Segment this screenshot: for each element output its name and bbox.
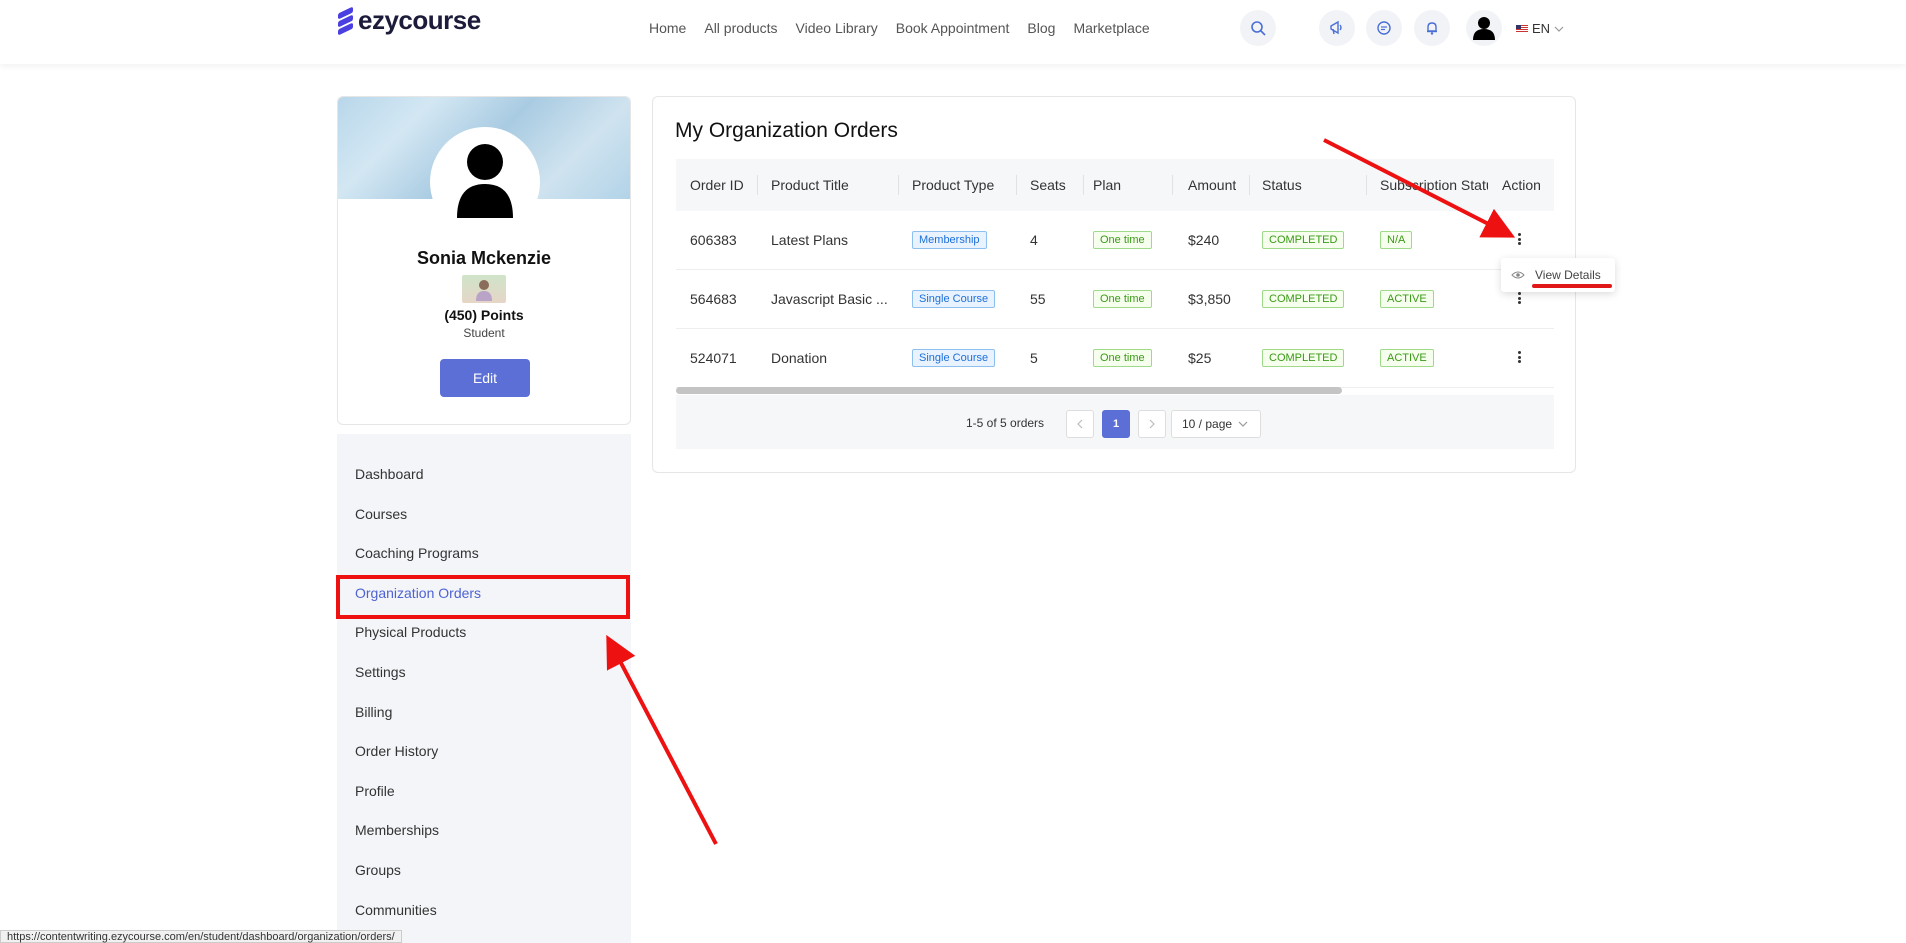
product-title: Latest Plans (771, 232, 849, 248)
logo-mark-icon (336, 6, 354, 36)
table-header: Order ID Product Title Product Type Seat… (676, 159, 1554, 211)
next-page-button[interactable] (1138, 410, 1166, 438)
page-size-select[interactable]: 10 / page (1171, 410, 1261, 438)
top-header: ezycourse Home All products Video Librar… (0, 0, 1906, 64)
chevron-down-icon (1238, 421, 1248, 427)
profile-role: Student (463, 326, 505, 340)
sidebar-item-coaching-programs[interactable]: Coaching Programs (355, 545, 479, 561)
chevron-right-icon (1149, 419, 1155, 429)
sidebar-item-billing[interactable]: Billing (355, 704, 392, 720)
table-row: 524071 Donation Single Course 5 One time… (676, 329, 1554, 388)
main-nav: Home All products Video Library Book App… (649, 20, 1150, 36)
more-actions-icon[interactable] (1514, 347, 1524, 367)
brand-logo[interactable]: ezycourse (336, 4, 481, 36)
col-amount: Amount (1188, 177, 1237, 193)
seats: 55 (1030, 291, 1046, 307)
sidebar-item-groups[interactable]: Groups (355, 862, 401, 878)
annotation-underline (1532, 284, 1612, 288)
chevron-left-icon (1077, 419, 1083, 429)
sidebar-item-dashboard[interactable]: Dashboard (355, 466, 424, 482)
product-title: Javascript Basic ... (771, 291, 888, 307)
nav-marketplace[interactable]: Marketplace (1073, 20, 1149, 36)
sidebar-item-memberships[interactable]: Memberships (355, 822, 439, 838)
plan-tag: One time (1093, 231, 1152, 249)
col-order-id: Order ID (690, 177, 744, 193)
plan-tag: One time (1093, 349, 1152, 367)
nav-blog[interactable]: Blog (1027, 20, 1055, 36)
user-avatar-icon[interactable] (1466, 10, 1502, 46)
order-id: 564683 (690, 291, 737, 307)
chat-icon[interactable] (1366, 10, 1402, 46)
col-plan: Plan (1093, 177, 1122, 193)
language-selector[interactable]: EN (1516, 21, 1564, 36)
subscription-status-badge: ACTIVE (1380, 290, 1434, 308)
product-title: Donation (771, 350, 828, 366)
status-badge: COMPLETED (1262, 290, 1345, 308)
sidebar-item-settings[interactable]: Settings (355, 664, 406, 680)
language-code: EN (1532, 21, 1551, 36)
seats: 5 (1030, 350, 1038, 366)
table-row: 564683 Javascript Basic ... Single Cours… (676, 270, 1554, 329)
page-title: My Organization Orders (675, 119, 898, 142)
status-badge: COMPLETED (1262, 231, 1345, 249)
col-action: Action (1502, 177, 1541, 193)
nav-book-appointment[interactable]: Book Appointment (896, 20, 1010, 36)
bell-icon[interactable] (1414, 10, 1450, 46)
col-status: Status (1262, 177, 1302, 193)
status-bar-url: https://contentwriting.ezycourse.com/en/… (0, 930, 402, 943)
status-badge: COMPLETED (1262, 349, 1345, 367)
sidebar-item-courses[interactable]: Courses (355, 506, 407, 522)
product-type-tag: Membership (912, 231, 987, 249)
sidebar-item-order-history[interactable]: Order History (355, 743, 438, 759)
points-badge-image (462, 275, 506, 303)
sidebar-item-physical-products[interactable]: Physical Products (355, 624, 466, 640)
scrollbar-thumb[interactable] (676, 387, 1342, 394)
nav-all-products[interactable]: All products (704, 20, 777, 36)
sidebar-menu: Dashboard Courses Coaching Programs Orga… (337, 434, 631, 943)
product-type-tag: Single Course (912, 290, 996, 308)
pagination-total: 1-5 of 5 orders (966, 416, 1045, 430)
orders-card: My Organization Orders Order ID Product … (652, 96, 1576, 473)
edit-profile-button[interactable]: Edit (440, 359, 530, 397)
order-id: 524071 (690, 350, 737, 366)
profile-avatar (430, 127, 540, 237)
pagination: 1-5 of 5 orders 1 10 / page (676, 395, 1554, 449)
subscription-status-badge: ACTIVE (1380, 349, 1434, 367)
nav-home[interactable]: Home (649, 20, 686, 36)
sidebar-item-profile[interactable]: Profile (355, 783, 395, 799)
sidebar-item-communities[interactable]: Communities (355, 902, 437, 918)
profile-card: Sonia Mckenzie (450) Points Student Edit (337, 96, 631, 425)
profile-name: Sonia Mckenzie (416, 248, 552, 268)
col-subscription-status: Subscription Status (1380, 177, 1488, 193)
eye-icon (1511, 271, 1525, 279)
us-flag-icon (1516, 24, 1528, 33)
search-icon[interactable] (1240, 10, 1276, 46)
more-actions-icon[interactable] (1514, 229, 1524, 249)
seats: 4 (1030, 232, 1038, 248)
table-row: 606383 Latest Plans Membership 4 One tim… (676, 211, 1554, 270)
view-details-option[interactable]: View Details (1535, 268, 1601, 282)
amount: $25 (1188, 350, 1212, 366)
amount: $240 (1188, 232, 1220, 248)
orders-table: Order ID Product Title Product Type Seat… (676, 159, 1554, 388)
annotation-highlight-box (336, 575, 630, 619)
product-type-tag: Single Course (912, 349, 996, 367)
plan-tag: One time (1093, 290, 1152, 308)
nav-video-library[interactable]: Video Library (796, 20, 878, 36)
brand-name: ezycourse (358, 4, 481, 35)
col-product-type: Product Type (912, 177, 995, 193)
megaphone-icon[interactable] (1319, 10, 1355, 46)
page-1-button[interactable]: 1 (1102, 410, 1130, 438)
prev-page-button[interactable] (1066, 410, 1094, 438)
profile-points: (450) Points (444, 307, 524, 323)
order-id: 606383 (690, 232, 737, 248)
subscription-status-badge: N/A (1380, 231, 1413, 249)
col-seats: Seats (1030, 177, 1066, 193)
amount: $3,850 (1188, 291, 1231, 307)
horizontal-scrollbar[interactable] (676, 387, 1554, 395)
chevron-down-icon (1554, 26, 1564, 32)
person-icon (457, 144, 513, 218)
col-product-title: Product Title (771, 177, 849, 193)
page-size-value: 10 / page (1182, 417, 1233, 431)
